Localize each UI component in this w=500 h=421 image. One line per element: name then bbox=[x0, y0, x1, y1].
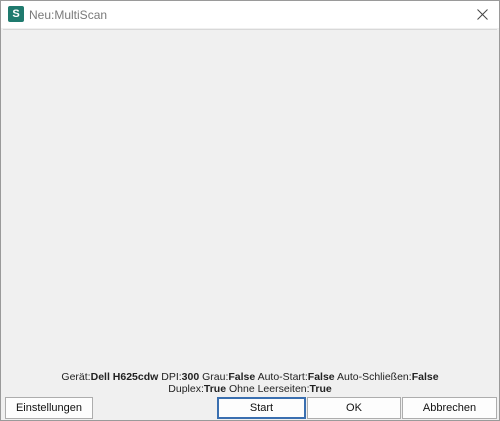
dpi-label: DPI: bbox=[161, 371, 182, 383]
device-value: Dell H625cdw bbox=[90, 371, 159, 383]
autoclose-label: Auto-Schließen: bbox=[336, 371, 412, 383]
dpi-value: 300 bbox=[181, 371, 200, 383]
noblank-value: True bbox=[309, 383, 332, 395]
ok-button[interactable]: OK bbox=[307, 397, 401, 419]
start-button[interactable]: Start bbox=[217, 397, 306, 419]
status-line-2: Duplex:True Ohne Leerseiten:True bbox=[1, 383, 499, 395]
device-label: Gerät: bbox=[61, 371, 91, 383]
autoclose-value: False bbox=[411, 371, 439, 383]
app-icon: S bbox=[8, 6, 24, 22]
gray-label: Grau: bbox=[202, 371, 229, 383]
scan-preview-area bbox=[3, 29, 497, 369]
settings-button[interactable]: Einstellungen bbox=[5, 397, 93, 419]
cancel-button[interactable]: Abbrechen bbox=[402, 397, 497, 419]
duplex-label: Duplex: bbox=[168, 383, 204, 395]
autostart-value: False bbox=[307, 371, 335, 383]
gray-value: False bbox=[228, 371, 256, 383]
noblank-label: Ohne Leerseiten: bbox=[228, 383, 310, 395]
autostart-label: Auto-Start: bbox=[257, 371, 308, 383]
status-line-1: Gerät:Dell H625cdw DPI:300 Grau:False Au… bbox=[1, 371, 499, 383]
duplex-value: True bbox=[203, 383, 227, 395]
window-title: Neu:MultiScan bbox=[29, 8, 108, 22]
close-icon bbox=[476, 8, 488, 20]
title-bar: S Neu:MultiScan bbox=[1, 1, 499, 28]
close-button[interactable] bbox=[471, 4, 493, 24]
multiscan-window: S Neu:MultiScan Gerät:Dell H625cdw DPI:3… bbox=[0, 0, 500, 421]
scan-settings-status: Gerät:Dell H625cdw DPI:300 Grau:False Au… bbox=[1, 371, 499, 395]
